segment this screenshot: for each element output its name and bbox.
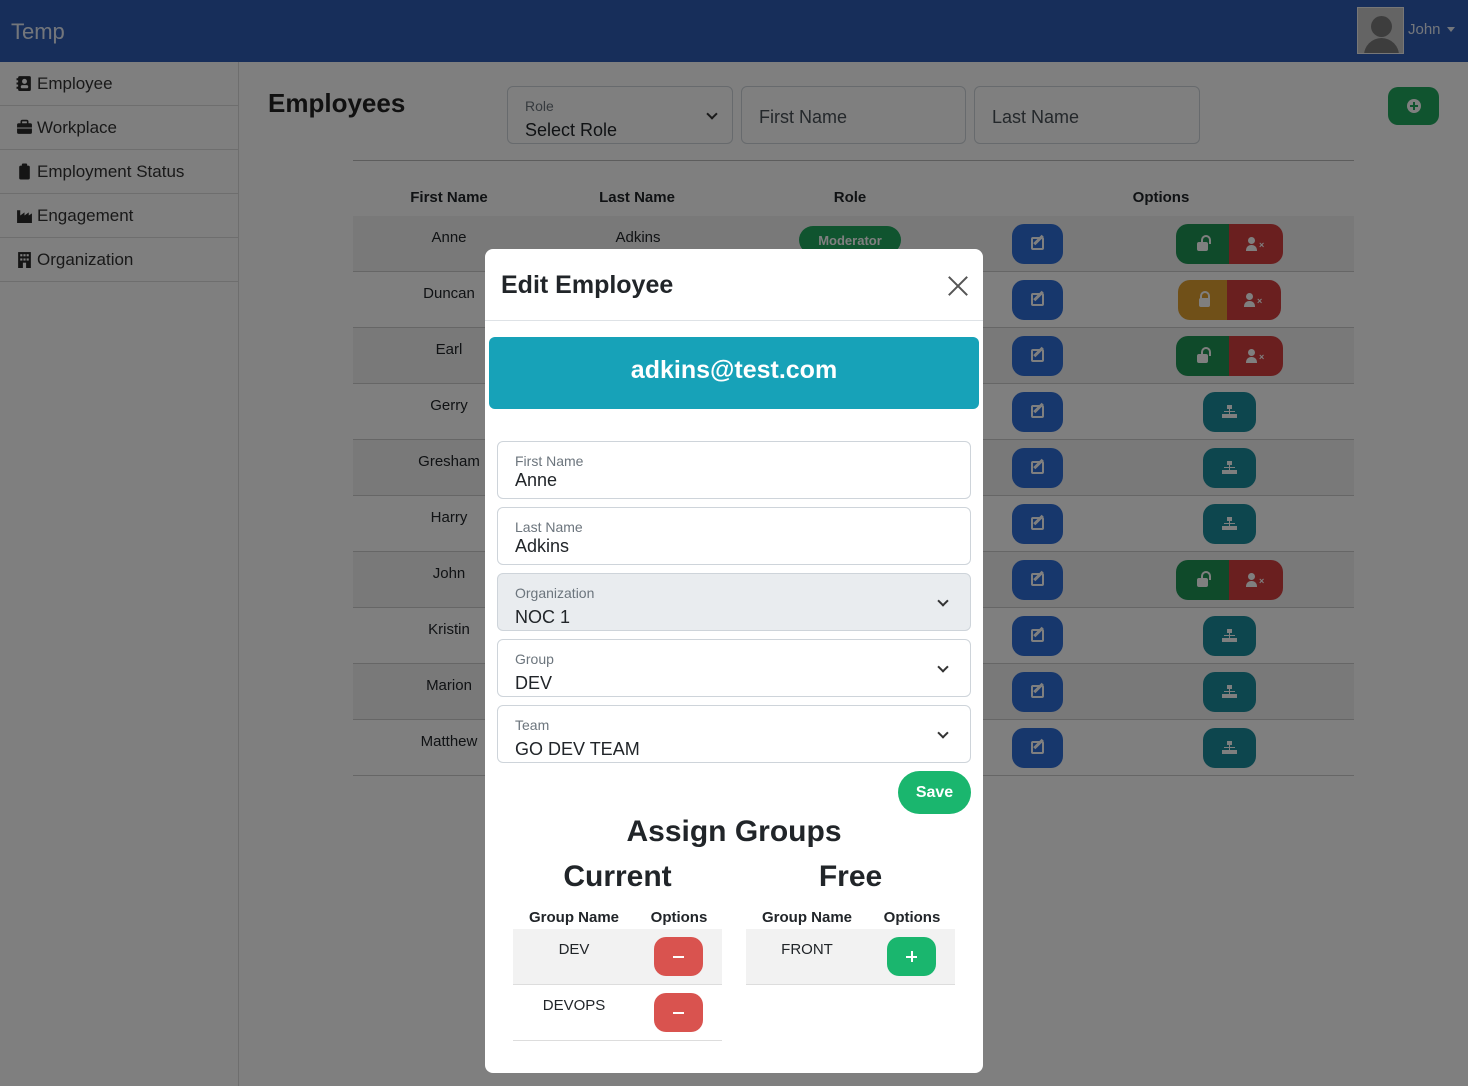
- organization-label: Organization: [515, 585, 595, 601]
- save-button[interactable]: Save: [898, 771, 971, 814]
- first-name-label: First Name: [515, 453, 584, 469]
- group-name: FRONT: [781, 941, 833, 958]
- last-name-label: Last Name: [515, 519, 583, 535]
- modal-header-divider: [485, 320, 983, 321]
- chevron-down-icon: [937, 727, 949, 739]
- edit-employee-modal: Edit Employee adkins@test.com First Name…: [485, 249, 983, 1073]
- modal-title: Edit Employee: [501, 271, 674, 299]
- group-label: Group: [515, 651, 554, 667]
- free-header-options: Options: [883, 909, 941, 926]
- free-header-group-name: Group Name: [761, 909, 852, 926]
- organization-select[interactable]: Organization NOC 1: [497, 573, 971, 631]
- group-name: DEV: [558, 941, 590, 958]
- email-banner: adkins@test.com: [489, 337, 979, 409]
- first-name-value: Anne: [515, 470, 558, 490]
- remove-group-button[interactable]: [654, 993, 703, 1032]
- close-icon[interactable]: [947, 275, 969, 297]
- assign-groups-title: Assign Groups: [626, 815, 842, 848]
- organization-value: NOC 1: [515, 607, 571, 627]
- current-header-options: Options: [650, 909, 708, 926]
- free-group-row: FRONT: [746, 929, 955, 985]
- team-select[interactable]: Team GO DEV TEAM: [497, 705, 971, 763]
- group-name: DEVOPS: [542, 997, 606, 1014]
- group-select[interactable]: Group DEV: [497, 639, 971, 697]
- current-header-group-name: Group Name: [528, 909, 619, 926]
- first-name-field[interactable]: First Name Anne: [497, 441, 971, 499]
- chevron-down-icon: [937, 595, 949, 607]
- add-group-button[interactable]: [887, 937, 936, 976]
- free-groups-title: Free: [818, 860, 883, 893]
- team-label: Team: [515, 717, 550, 733]
- chevron-down-icon: [937, 661, 949, 673]
- remove-group-button[interactable]: [654, 937, 703, 976]
- group-value: DEV: [515, 673, 553, 693]
- last-name-field[interactable]: Last Name Adkins: [497, 507, 971, 565]
- team-value: GO DEV TEAM: [515, 739, 640, 759]
- last-name-value: Adkins: [515, 536, 570, 556]
- current-group-row: DEV: [513, 929, 722, 985]
- current-group-row: DEVOPS: [513, 985, 722, 1041]
- current-groups-title: Current: [563, 860, 672, 893]
